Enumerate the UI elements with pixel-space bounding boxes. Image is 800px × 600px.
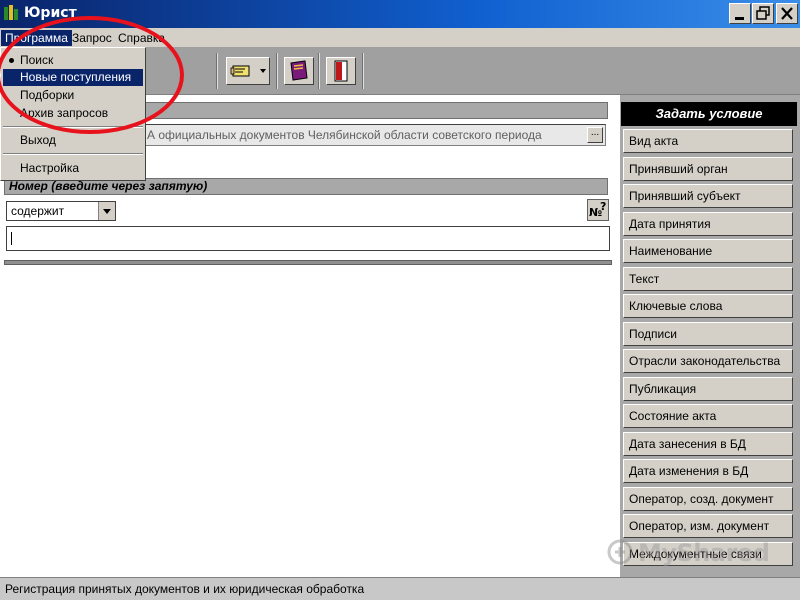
condition-button[interactable]: Вид акта: [623, 129, 793, 153]
chevron-down-icon[interactable]: [258, 58, 268, 84]
menu-item-label: Выход: [20, 133, 56, 147]
condition-button[interactable]: Публикация: [623, 377, 793, 401]
menu-item-label: Архив запросов: [20, 106, 109, 120]
chevron-down-icon[interactable]: [98, 202, 115, 220]
book-icon: [290, 60, 308, 81]
menu-separator: [3, 126, 143, 128]
condition-button[interactable]: Наименование: [623, 239, 793, 263]
condition-value: содержит: [11, 204, 65, 218]
watermark-logo-icon: [607, 539, 633, 565]
restore-button[interactable]: [752, 3, 774, 24]
toolbar-separator: [318, 53, 320, 89]
menu-item-query-archive[interactable]: Архив запросов: [3, 105, 143, 122]
menu-item-label: Новые поступления: [20, 70, 132, 84]
condition-button[interactable]: Текст: [623, 267, 793, 291]
number-input[interactable]: [6, 226, 610, 251]
database-value: А официальных документов Челябинской обл…: [147, 128, 542, 142]
exit-button[interactable]: [326, 57, 356, 85]
program-menu: Поиск Новые поступления Подборки Архив з…: [0, 47, 146, 181]
menu-item-search[interactable]: Поиск: [3, 52, 143, 69]
condition-button[interactable]: Принявший субъект: [623, 184, 793, 208]
toolbar-separator: [276, 53, 278, 89]
condition-button[interactable]: Дата принятия: [623, 212, 793, 236]
door-exit-icon: [334, 60, 348, 82]
conditions-header: Задать условие: [621, 102, 797, 126]
menu-separator: [3, 153, 143, 155]
app-logo-icon: [4, 5, 18, 20]
condition-button[interactable]: Отрасли законодательства: [623, 349, 793, 373]
menu-item-new-arrivals[interactable]: Новые поступления: [3, 69, 143, 86]
minimize-icon: [735, 17, 744, 20]
condition-button[interactable]: Дата занесения в БД: [623, 432, 793, 456]
status-bar: Регистрация принятых документов и их юри…: [0, 577, 800, 600]
menu-item-label: Настройка: [20, 161, 80, 175]
menu-item-collections[interactable]: Подборки: [3, 87, 143, 104]
watermark-text: MyShared: [638, 539, 770, 567]
toolbar-separator: [362, 53, 364, 89]
close-icon: [781, 7, 793, 20]
conditions-panel: Задать условие Вид акта Принявший орган …: [620, 95, 800, 577]
title-bar: Юрист: [0, 0, 800, 28]
condition-button[interactable]: Оператор, изм. документ: [623, 514, 793, 538]
hand-pointer-icon: [230, 65, 250, 77]
window-title: Юрист: [24, 5, 77, 21]
watermark: MyShared: [606, 537, 796, 569]
text-caret: [11, 232, 12, 245]
library-button[interactable]: [284, 57, 314, 85]
menu-bar: Программа Запрос Справка: [0, 28, 800, 47]
menu-item-label: Поиск: [20, 53, 54, 67]
restore-icon: [756, 6, 770, 20]
radio-bullet-icon: [9, 58, 14, 63]
condition-button[interactable]: Ключевые слова: [623, 294, 793, 318]
minimize-button[interactable]: [729, 3, 751, 24]
condition-button[interactable]: Состояние акта: [623, 404, 793, 428]
condition-button[interactable]: Подписи: [623, 322, 793, 346]
menu-program[interactable]: Программа: [1, 30, 72, 46]
condition-button[interactable]: Оператор, созд. документ: [623, 487, 793, 511]
condition-button[interactable]: Принявший орган: [623, 157, 793, 181]
form-divider: [4, 260, 612, 265]
svg-text:?: ?: [600, 200, 606, 213]
menu-item-label: Подборки: [20, 88, 75, 102]
number-help-icon[interactable]: № ?: [587, 199, 609, 221]
condition-button[interactable]: Дата изменения в БД: [623, 459, 793, 483]
browse-database-button[interactable]: ...: [587, 127, 603, 143]
menu-help[interactable]: Справка: [114, 30, 169, 46]
condition-select[interactable]: содержит: [6, 201, 116, 221]
toolbar-separator: [216, 53, 218, 89]
select-tool-button[interactable]: [226, 57, 270, 85]
menu-query[interactable]: Запрос: [68, 30, 116, 46]
menu-item-settings[interactable]: Настройка: [3, 160, 143, 177]
close-button[interactable]: [776, 3, 798, 24]
menu-item-exit[interactable]: Выход: [3, 132, 143, 149]
